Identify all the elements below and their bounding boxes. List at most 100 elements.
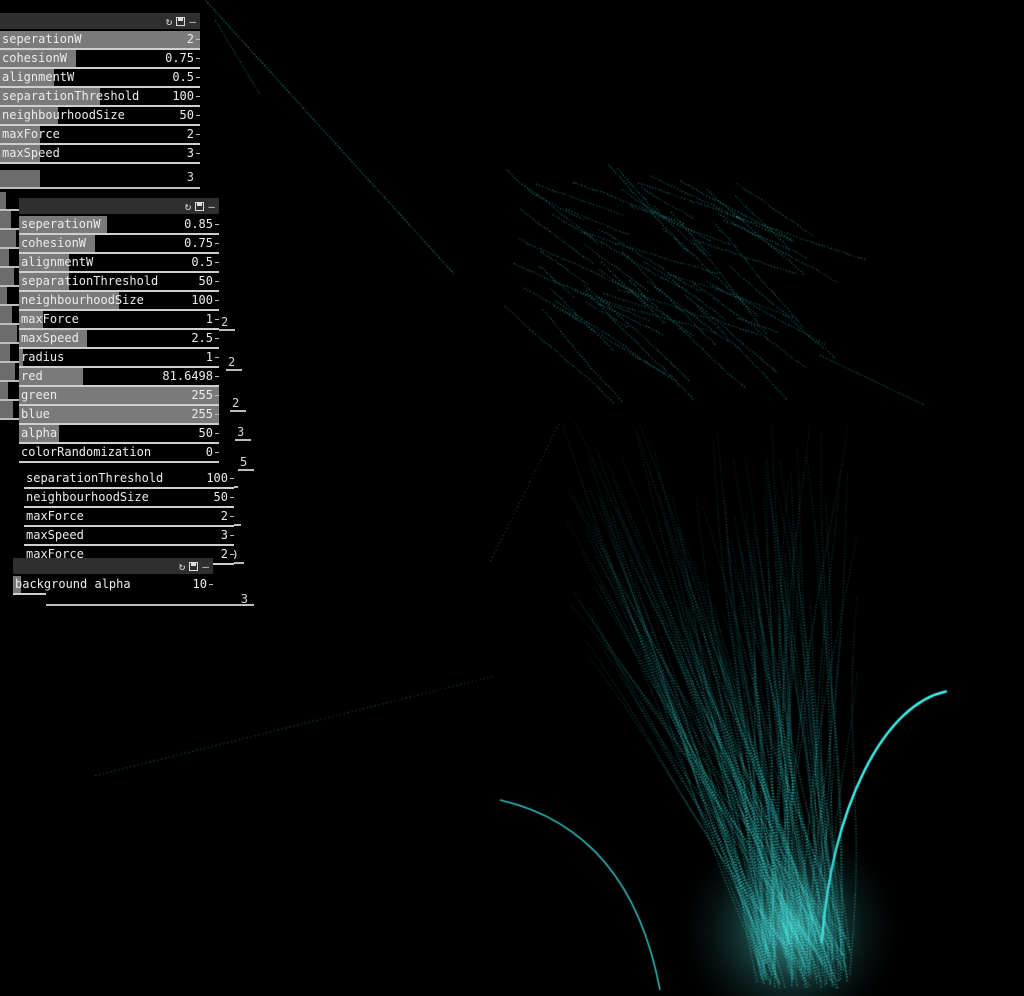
slider-value: 0 bbox=[205, 445, 213, 459]
slider-green[interactable]: green 255 bbox=[19, 387, 219, 406]
slider-label: maxSpeed bbox=[2, 146, 60, 160]
slider-radius[interactable]: radius 1 bbox=[19, 349, 219, 368]
refresh-icon[interactable]: ↻ bbox=[166, 15, 173, 28]
flock-panel-1: ↻ – seperationW 2 cohesionW 0.75 alignmentW 0… bbox=[0, 13, 200, 164]
flock-panel-3: separationThreshold 100 neighbourhoodSize 5… bbox=[24, 470, 234, 565]
stacked-panel-value: 3 bbox=[235, 425, 251, 441]
slider-maxforce[interactable]: maxForce 1 bbox=[19, 311, 219, 330]
stacked-panel-edge-row bbox=[0, 211, 19, 230]
stacked-panel-edge-row bbox=[0, 325, 19, 344]
slider-tick bbox=[215, 224, 219, 225]
slider-value: 2.5 bbox=[191, 331, 213, 345]
slider-tick bbox=[215, 357, 219, 358]
stacked-panel-edge-row bbox=[0, 401, 19, 420]
minimize-icon[interactable]: – bbox=[208, 200, 215, 213]
slider-value: 50 bbox=[213, 490, 228, 504]
slider-maxforce[interactable]: maxForce 2 bbox=[24, 508, 234, 527]
slider-label: maxForce bbox=[2, 127, 60, 141]
slider-value: 100 bbox=[191, 293, 213, 307]
slider-label: colorRandomization bbox=[21, 445, 152, 459]
slider-neighbourhoodsize[interactable]: neighbourhoodSize 50 bbox=[24, 489, 234, 508]
panel-header[interactable]: ↻ – bbox=[0, 13, 200, 31]
slider-maxspeed[interactable]: maxSpeed 3 bbox=[0, 145, 200, 164]
stacked-panel-value: 5 bbox=[238, 455, 254, 471]
slider-colorrandomization[interactable]: colorRandomization 0 bbox=[19, 444, 219, 463]
background-panel: ↻ – background alpha 10 bbox=[13, 558, 213, 595]
slider-tick bbox=[215, 395, 219, 396]
minimize-icon[interactable]: – bbox=[202, 560, 209, 573]
slider-value: 100 bbox=[172, 89, 194, 103]
slider-value: 50 bbox=[179, 108, 194, 122]
slider-neighbourhoodsize[interactable]: neighbourhoodSize 100 bbox=[19, 292, 219, 311]
slider-label: separationThreshold bbox=[2, 89, 140, 103]
slider-value: 100 bbox=[206, 471, 228, 485]
slider-label: maxSpeed bbox=[21, 331, 79, 345]
slider-value: 0.5 bbox=[191, 255, 213, 269]
slider-alignmentw[interactable]: alignmentW 0.5 bbox=[19, 254, 219, 273]
slider-seperationw[interactable]: seperationW 2 bbox=[0, 31, 200, 50]
slider-cohesionw[interactable]: cohesionW 0.75 bbox=[0, 50, 200, 69]
slider-separationthreshold[interactable]: separationThreshold 100 bbox=[24, 470, 234, 489]
slider-label: green bbox=[21, 388, 58, 402]
slider-tick bbox=[215, 414, 219, 415]
slider-tick bbox=[215, 452, 219, 453]
slider-label: seperationW bbox=[2, 32, 82, 46]
slider-maxspeed[interactable]: maxSpeed 2.5 bbox=[19, 330, 219, 349]
minimize-icon[interactable]: – bbox=[189, 15, 196, 28]
slider-tick bbox=[196, 115, 200, 116]
slider-label: alpha bbox=[21, 426, 58, 440]
slider-label: separationThreshold bbox=[21, 274, 159, 288]
slider-label: neighbourhoodSize bbox=[26, 490, 149, 504]
panel-header[interactable]: ↻ – bbox=[19, 198, 219, 216]
save-icon[interactable] bbox=[176, 16, 186, 26]
panel-header[interactable]: ↻ – bbox=[13, 558, 213, 576]
slider-red[interactable]: red 81.6498 bbox=[19, 368, 219, 387]
slider-neighbourhoodsize[interactable]: neighbourhoodSize 50 bbox=[0, 107, 200, 126]
slider-label: red bbox=[21, 369, 43, 383]
slider-tick bbox=[215, 319, 219, 320]
slider-tick bbox=[196, 39, 200, 40]
slider-label: cohesionW bbox=[21, 236, 87, 250]
refresh-icon[interactable]: ↻ bbox=[185, 200, 192, 213]
slider-tick bbox=[196, 134, 200, 135]
slider-value: 0.75 bbox=[165, 51, 194, 65]
slider-value: 0.75 bbox=[184, 236, 213, 250]
slider-seperationw[interactable]: seperationW 0.85 bbox=[19, 216, 219, 235]
ghost-panel-row: maxSpeed 3 bbox=[0, 170, 200, 189]
slider-value: 81.6498 bbox=[162, 369, 213, 383]
slider-tick bbox=[215, 262, 219, 263]
slider-separationthreshold[interactable]: separationThreshold 100 bbox=[0, 88, 200, 107]
slider-tick bbox=[215, 300, 219, 301]
slider-maxspeed[interactable]: maxSpeed 3 bbox=[24, 527, 234, 546]
slider-label: background alpha bbox=[15, 577, 131, 591]
slider-value: 2 bbox=[186, 32, 194, 46]
slider-value: 255 bbox=[191, 388, 213, 402]
slider-alpha[interactable]: alpha 50 bbox=[19, 425, 219, 444]
save-icon[interactable] bbox=[189, 561, 199, 571]
stacked-panel-edge-row bbox=[0, 382, 19, 401]
stacked-panel-edge-row bbox=[0, 192, 19, 211]
slider-value: 2 bbox=[220, 509, 228, 523]
slider-tick bbox=[215, 376, 219, 377]
slider-value: 2 bbox=[220, 547, 228, 561]
slider-tick bbox=[215, 281, 219, 282]
stacked-panel-edge-row bbox=[0, 230, 19, 249]
slider-value: 0.85 bbox=[184, 217, 213, 231]
slider-blue[interactable]: blue 255 bbox=[19, 406, 219, 425]
slider-tick bbox=[209, 584, 213, 585]
save-icon[interactable] bbox=[195, 201, 205, 211]
slider-tick bbox=[230, 478, 234, 479]
slider-alignmentw[interactable]: alignmentW 0.5 bbox=[0, 69, 200, 88]
slider-value: 1 bbox=[205, 312, 213, 326]
slider-separationthreshold[interactable]: separationThreshold 50 bbox=[19, 273, 219, 292]
slider-value: 1 bbox=[205, 350, 213, 364]
slider-label: blue bbox=[21, 407, 50, 421]
slider-tick bbox=[230, 554, 234, 555]
slider-label: neighbourhoodSize bbox=[2, 108, 125, 122]
slider-tick bbox=[196, 153, 200, 154]
refresh-icon[interactable]: ↻ bbox=[179, 560, 186, 573]
slider-maxforce[interactable]: maxForce 2 bbox=[0, 126, 200, 145]
slider-label: alignmentW bbox=[2, 70, 75, 84]
stacked-panel-edge-row bbox=[0, 287, 19, 306]
slider-cohesionw[interactable]: cohesionW 0.75 bbox=[19, 235, 219, 254]
